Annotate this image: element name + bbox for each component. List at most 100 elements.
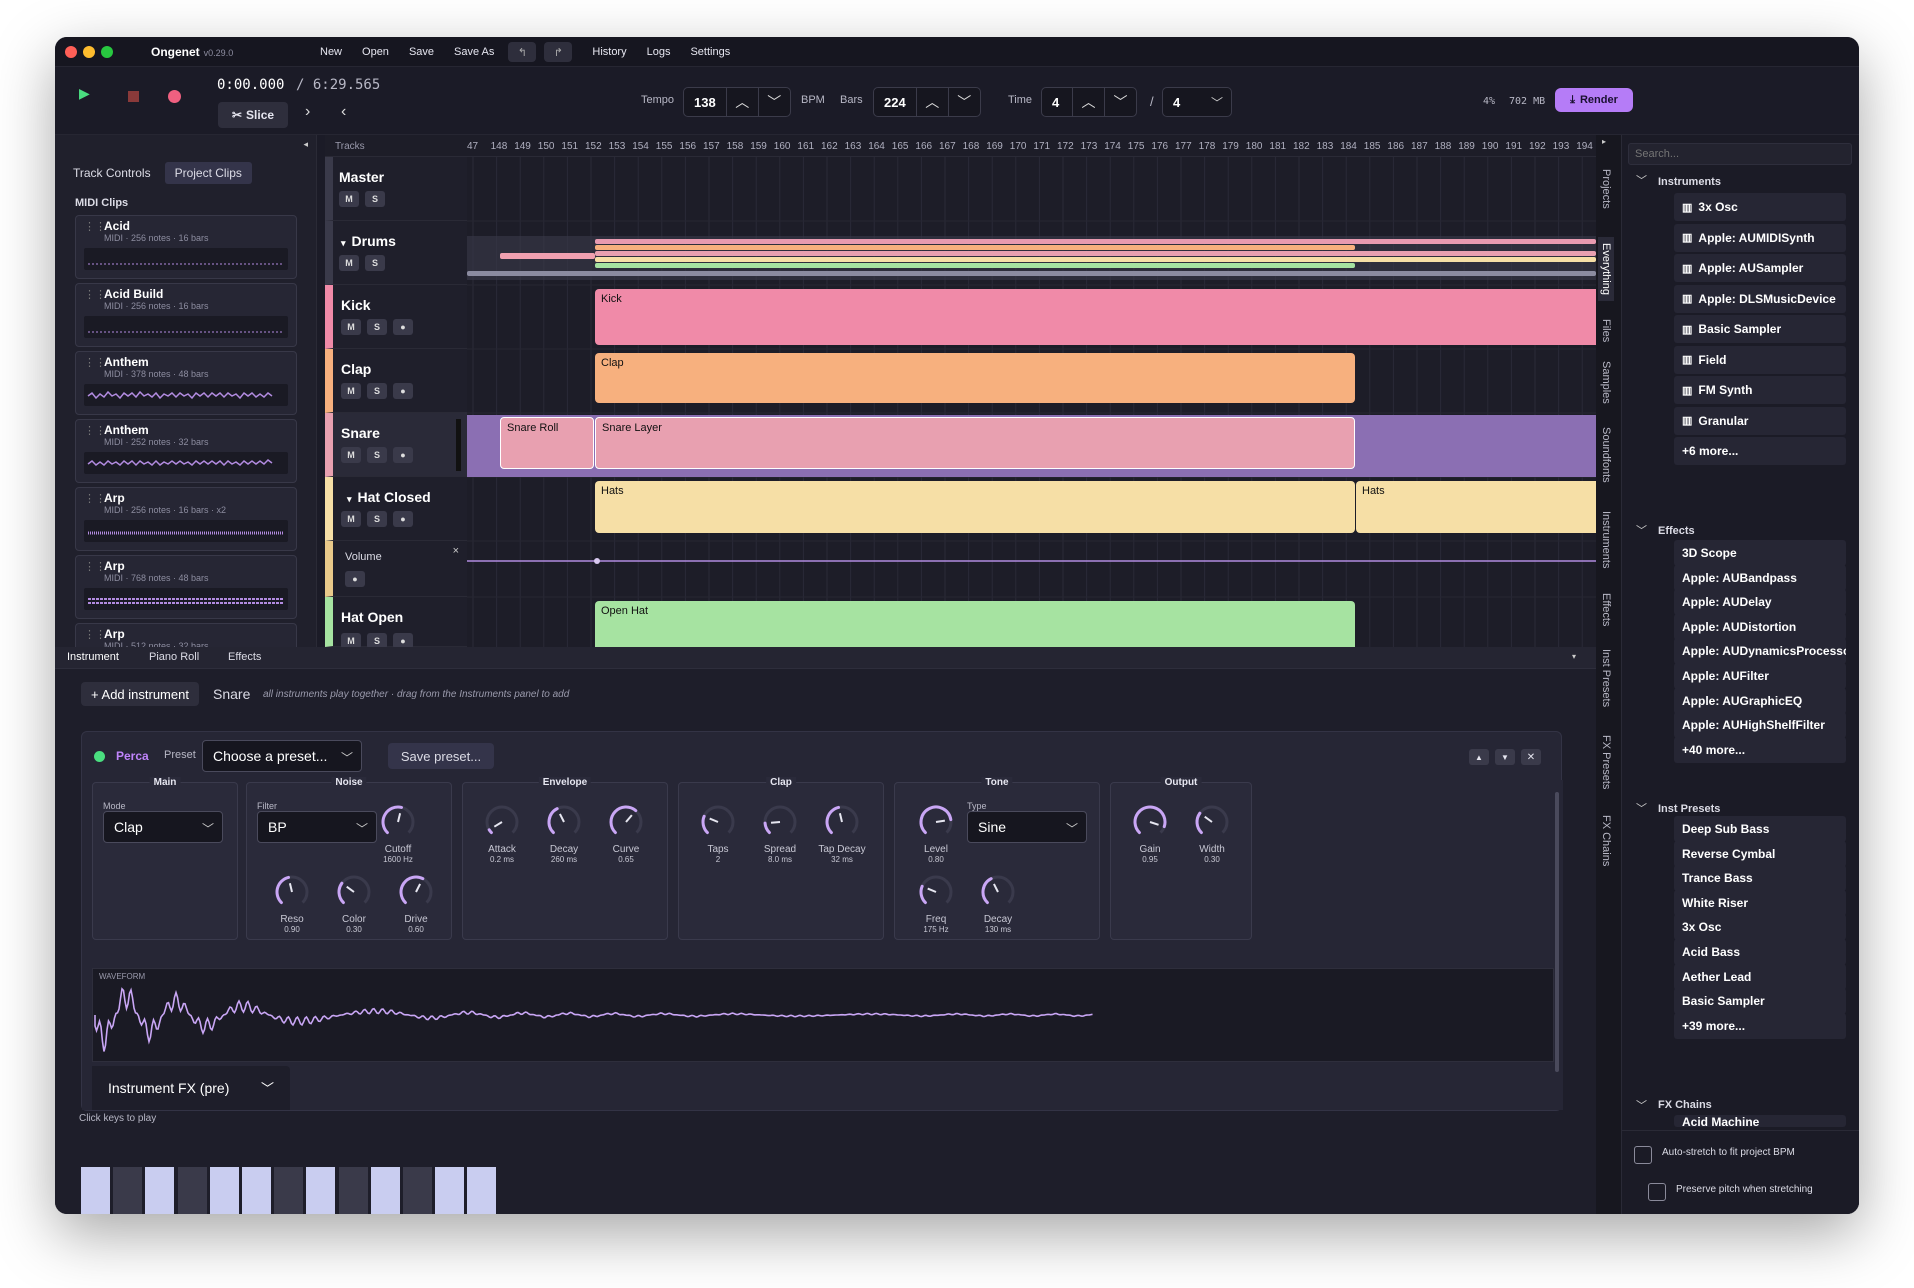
tab-piano-roll[interactable]: Piano Roll	[149, 651, 199, 663]
tab-files[interactable]: Files	[1600, 319, 1612, 342]
knob-width[interactable]: Width 0.30	[1180, 802, 1244, 864]
knob-dial[interactable]	[606, 802, 646, 842]
fx-item[interactable]: Apple: AUDistortion	[1674, 613, 1846, 640]
mute-button[interactable]: M	[339, 191, 359, 207]
mute-button[interactable]: M	[341, 511, 361, 527]
track-header-drums[interactable]: ▾ Drums MS	[325, 221, 467, 285]
drums-summary-clip[interactable]	[467, 271, 1596, 276]
bars-up-icon[interactable]: ︿	[915, 87, 948, 117]
track-header-hat-open[interactable]: Hat Open M S ●	[325, 597, 467, 649]
section-effects[interactable]: Effects	[1658, 525, 1695, 537]
play-button[interactable]: ▶	[79, 85, 90, 102]
arm-button[interactable]: ●	[393, 383, 413, 399]
arm-button[interactable]: ●	[393, 511, 413, 527]
drums-summary-clip[interactable]	[595, 239, 1596, 244]
drag-handle-icon[interactable]: ⋮⋮	[84, 628, 106, 641]
preset-item[interactable]: Reverse Cymbal	[1674, 840, 1846, 867]
preset-select[interactable]: Choose a preset... ﹀	[202, 740, 362, 772]
instrument-fx-pre-toggle[interactable]: Instrument FX (pre) ﹀	[92, 1066, 290, 1110]
knob-tone-decay[interactable]: Decay 130 ms	[966, 872, 1030, 934]
drums-summary-clip[interactable]	[595, 263, 1355, 268]
drums-summary-clip[interactable]	[595, 257, 1596, 262]
mode-select[interactable]: Clap ﹀	[103, 811, 223, 843]
mute-button[interactable]: M	[339, 255, 359, 271]
fx-item[interactable]: Apple: AUDelay	[1674, 589, 1846, 616]
piano-key[interactable]: D#4	[177, 1167, 207, 1214]
stop-button[interactable]	[128, 91, 139, 102]
solo-button[interactable]: S	[367, 319, 387, 335]
collapse-panel-icon[interactable]: ▾	[1572, 652, 1576, 661]
numerator-down-icon[interactable]: ﹀	[1104, 87, 1136, 117]
knob-spread[interactable]: Spread 8.0 ms	[748, 802, 812, 864]
tab-instruments[interactable]: Instruments	[1600, 511, 1612, 568]
track-header-snare[interactable]: Snare M S ●	[325, 413, 467, 477]
tab-effects[interactable]: Effects	[228, 651, 261, 663]
menu-new[interactable]: New	[310, 46, 352, 58]
clip-open-hat[interactable]: Open Hat	[595, 601, 1355, 647]
inst-item[interactable]: ▥ Apple: DLSMusicDevice	[1674, 284, 1846, 313]
solo-button[interactable]: S	[367, 511, 387, 527]
clip-hats[interactable]: Hats	[595, 481, 1355, 533]
arm-button[interactable]: ●	[393, 319, 413, 335]
knob-level[interactable]: Level 0.80	[904, 802, 968, 864]
piano-key[interactable]: B4	[435, 1167, 465, 1214]
knob-cutoff[interactable]: Cutoff 1600 Hz	[366, 802, 430, 864]
knob-tap-decay[interactable]: Tap Decay 32 ms	[810, 802, 874, 864]
tab-everything[interactable]: Everything	[1598, 237, 1614, 301]
menu-save-as[interactable]: Save As	[444, 46, 504, 58]
track-header-kick[interactable]: Kick M S ●	[325, 285, 467, 349]
clip-hats-2[interactable]: Hats	[1356, 481, 1596, 533]
add-instrument-button[interactable]: + Add instrument	[81, 682, 199, 706]
close-window-button[interactable]	[65, 46, 77, 58]
inst-item[interactable]: ▥ Granular	[1674, 406, 1846, 435]
piano-key[interactable]: F#4	[274, 1167, 304, 1214]
tab-project-clips[interactable]: Project Clips	[164, 162, 252, 184]
knob-taps[interactable]: Taps 2	[686, 802, 750, 864]
close-lane-icon[interactable]: ×	[453, 545, 459, 557]
knob-decay[interactable]: Decay 260 ms	[532, 802, 596, 864]
time-denominator-select[interactable]: 4 ﹀	[1162, 87, 1232, 117]
panel-scrollbar[interactable]	[1555, 792, 1559, 1072]
auto-stretch-checkbox[interactable]	[1634, 1146, 1652, 1164]
solo-button[interactable]: S	[365, 255, 385, 271]
show-more-button[interactable]: +6 more...	[1674, 437, 1846, 465]
preset-item[interactable]: White Riser	[1674, 889, 1846, 916]
forward-chevron-icon[interactable]: ›	[305, 103, 310, 121]
type-select[interactable]: Sine ﹀	[967, 811, 1087, 843]
zoom-window-button[interactable]	[101, 46, 113, 58]
remove-instrument-icon[interactable]: ✕	[1521, 749, 1541, 765]
tempo-stepper[interactable]: 138 ︿ ﹀	[683, 87, 791, 117]
drag-handle-icon[interactable]: ⋮⋮	[84, 220, 106, 233]
automation-lane-header[interactable]: Volume × ●	[325, 541, 467, 597]
piano-key[interactable]: A#4	[403, 1167, 432, 1214]
clip-item[interactable]: ⋮⋮ Anthem MIDI · 252 notes · 32 bars	[75, 419, 297, 483]
bars-stepper[interactable]: 224 ︿ ﹀	[873, 87, 981, 117]
solo-button[interactable]: S	[367, 447, 387, 463]
piano-key[interactable]: C5	[467, 1167, 497, 1214]
track-header-clap[interactable]: Clap M S ●	[325, 349, 467, 413]
knob-color[interactable]: Color 0.30	[322, 872, 386, 934]
clip-item[interactable]: ⋮⋮ Anthem MIDI · 378 notes · 48 bars	[75, 351, 297, 415]
arm-button[interactable]: ●	[345, 571, 365, 587]
menu-save[interactable]: Save	[399, 46, 444, 58]
render-button[interactable]: ⤓ Render	[1555, 88, 1633, 112]
clip-item[interactable]: ⋮⋮ Arp MIDI · 256 notes · 16 bars · x2	[75, 487, 297, 551]
fx-item[interactable]: 3D Scope	[1674, 540, 1846, 566]
clip-snare-layer[interactable]: Snare Layer	[595, 417, 1355, 469]
knob-dial[interactable]	[978, 872, 1018, 912]
drums-summary-clip[interactable]	[595, 245, 1355, 250]
expand-caret-icon[interactable]: ▾	[347, 494, 352, 504]
mute-button[interactable]: M	[341, 447, 361, 463]
time-numerator-value[interactable]: 4	[1042, 95, 1072, 110]
inst-item[interactable]: ▥ Field	[1674, 345, 1846, 374]
tab-instrument[interactable]: Instrument	[67, 651, 119, 663]
knob-dial[interactable]	[378, 802, 418, 842]
piano-key[interactable]: G4	[306, 1167, 336, 1214]
tab-inst-presets[interactable]: Inst Presets	[1600, 649, 1612, 707]
preset-item[interactable]: Basic Sampler	[1674, 988, 1846, 1015]
knob-dial[interactable]	[916, 872, 956, 912]
knob-dial[interactable]	[272, 872, 312, 912]
menu-logs[interactable]: Logs	[637, 46, 681, 58]
inst-item[interactable]: ▥ Basic Sampler	[1674, 315, 1846, 343]
chevron-down-icon[interactable]: ﹀	[1636, 172, 1647, 188]
